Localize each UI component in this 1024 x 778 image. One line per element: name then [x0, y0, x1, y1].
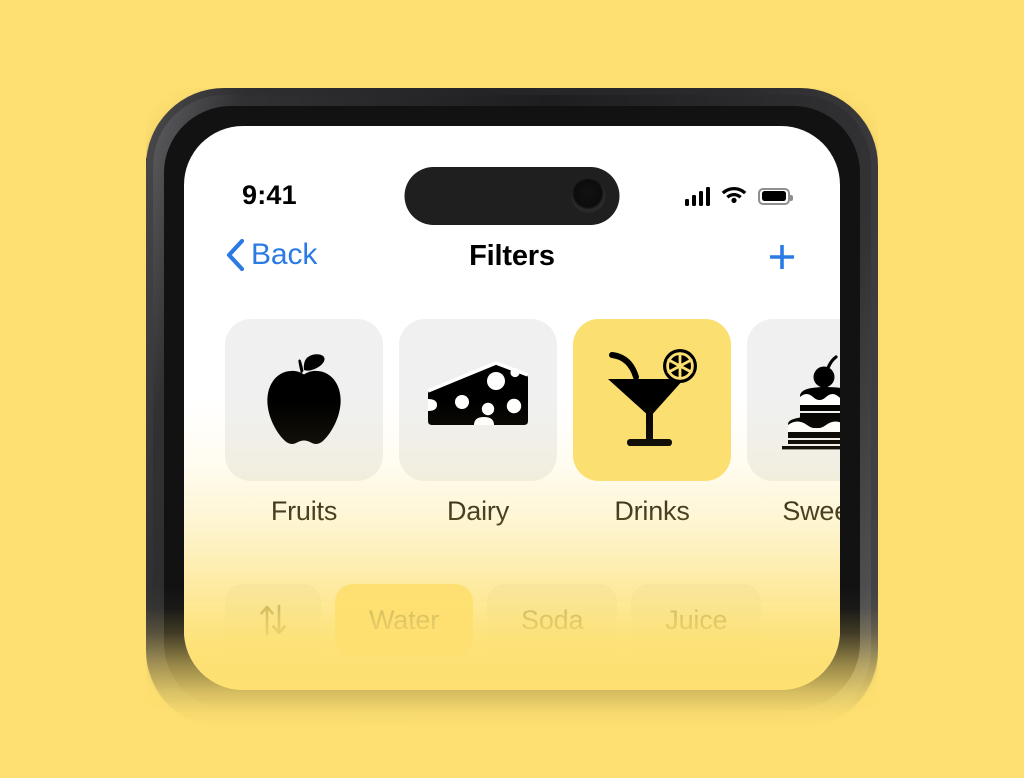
category-item-drinks[interactable]: Drinks: [573, 319, 731, 541]
sort-arrows-icon: [260, 604, 286, 636]
category-item-fruits[interactable]: Fruits: [225, 319, 383, 541]
category-label-dairy: Dairy: [446, 496, 509, 526]
category-tile-fruits[interactable]: [225, 319, 383, 481]
category-label-drinks: Drinks: [614, 496, 690, 526]
chip-soda[interactable]: Soda: [487, 584, 618, 656]
chip-juice[interactable]: Juice: [631, 584, 762, 656]
category-tile-drinks[interactable]: [573, 319, 731, 481]
battery-icon: [758, 187, 793, 205]
cocktail-icon: [608, 349, 697, 446]
phone-inner-rim: 9:41 Back Filters Fruits Dairy Drinks Sw…: [153, 95, 871, 721]
category-tile-row[interactable]: Fruits Dairy Drinks Swe: [184, 319, 840, 541]
plus-icon: [770, 245, 794, 269]
phone-screen: 9:41 Back Filters Fruits Dairy Drinks Sw…: [184, 126, 840, 690]
apple-icon: [267, 354, 341, 444]
screenshot-canvas: 9:41 Back Filters Fruits Dairy Drinks Sw…: [0, 0, 1024, 778]
phone-bezel: 9:41 Back Filters Fruits Dairy Drinks Sw…: [164, 106, 860, 710]
add-button[interactable]: [766, 241, 798, 278]
phone-frame: 9:41 Back Filters Fruits Dairy Drinks Sw…: [146, 88, 878, 728]
phone-device: 9:41 Back Filters Fruits Dairy Drinks Sw…: [140, 88, 884, 728]
page-title: Filters: [469, 240, 555, 272]
dynamic-island: [404, 167, 620, 225]
filter-chip-row[interactable]: Water Soda Juice: [184, 581, 840, 659]
front-camera-icon: [571, 179, 606, 213]
status-time: 9:41: [242, 180, 297, 210]
sort-chip[interactable]: [225, 584, 321, 656]
category-item-dairy[interactable]: Dairy: [399, 319, 557, 541]
category-item-sweets[interactable]: Sweets: [747, 319, 840, 541]
cellular-signal-icon: [684, 186, 710, 206]
status-bar: 9:41: [184, 126, 840, 225]
chip-water[interactable]: Water: [335, 584, 474, 656]
category-label-sweets: Sweets: [782, 496, 840, 526]
navigation-bar: Back Filters: [184, 238, 840, 300]
wifi-icon: [721, 184, 747, 208]
cheese-icon: [427, 361, 529, 425]
status-indicators: [684, 184, 793, 208]
category-tile-sweets[interactable]: [747, 319, 840, 481]
category-tile-dairy[interactable]: [399, 319, 557, 481]
category-label-fruits: Fruits: [270, 496, 338, 526]
cake-icon: [782, 355, 840, 450]
